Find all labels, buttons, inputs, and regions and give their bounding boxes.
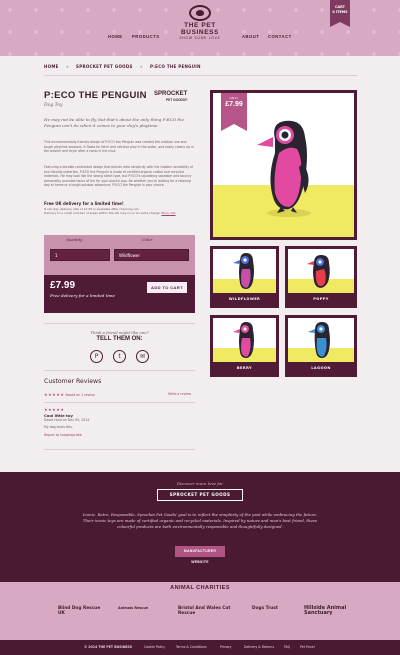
footer-link-pet-panel[interactable]: Pet Panel — [300, 640, 315, 655]
charities-title: ANIMAL CHARITIES — [170, 585, 230, 591]
variant-thumb-wildflower[interactable]: WILDFLOWER — [210, 246, 279, 308]
variant-caption: BERRY — [213, 362, 276, 374]
breadcrumb-separator: › — [140, 64, 143, 69]
product-subtitle: Dog Toy — [44, 103, 63, 108]
divider — [44, 402, 195, 403]
shipping-line-2-text: Delivery to a small number of areas with… — [44, 210, 161, 215]
add-to-cart-button[interactable]: ADD TO CART — [147, 282, 187, 293]
shipping-line-2: Delivery to a small number of areas with… — [44, 211, 194, 215]
charities-section: Show some love to these ANIMAL CHARITIES… — [0, 578, 400, 644]
footer-link-delivery[interactable]: Delivery & Returns — [244, 640, 274, 655]
variant-caption: LAGOON — [288, 362, 354, 374]
badge-only: ONLY — [229, 96, 239, 100]
buy-box: Quantity Color 1 Wildflower £7.99 Free d… — [44, 235, 195, 313]
site-logo[interactable]: THE PET BUSINESS SHOW SOME LOVE — [165, 5, 235, 40]
footer-brand[interactable]: SPROCKET PET GOODS — [157, 489, 243, 501]
breadcrumb-separator: › — [66, 64, 69, 69]
product-main-image[interactable]: ONLY £7.99 — [210, 90, 357, 240]
divider — [44, 75, 357, 76]
quantity-label: Quantity — [66, 238, 83, 242]
charity-logo-blind-dog[interactable]: Blind Dog Rescue UK — [58, 606, 108, 616]
cart-count: 0 ITEMS — [332, 9, 348, 14]
free-delivery-note: Free delivery for a limited time — [50, 293, 115, 298]
brand-subname: PET GOODS® — [166, 98, 188, 102]
product-lead: He may not be able to fly, but that's ab… — [44, 117, 185, 128]
product-description-2: Featuring a durable contrasted design th… — [44, 165, 193, 187]
breadcrumb-brand[interactable]: SPROCKET PET GOODS — [76, 64, 133, 69]
share-section: Think a friend might like one? TELL THEM… — [44, 330, 195, 342]
divider — [44, 323, 195, 324]
pinterest-icon[interactable]: P — [90, 350, 103, 363]
charity-logo-dogs-trust[interactable]: Dogs Trust — [252, 606, 292, 611]
nav-products[interactable]: PRODUCTS — [132, 34, 160, 39]
footer-link-terms[interactable]: Terms & Conditions — [176, 640, 207, 655]
variant-caption: POPPY — [288, 293, 354, 305]
write-review-text[interactable]: Write a review — [168, 392, 191, 396]
footer-question: Discover more love for — [176, 481, 224, 486]
charity-logo-hillside[interactable]: Hillside Animal Sanctuary — [304, 606, 352, 616]
price: £7.99 — [50, 280, 76, 291]
share-title: TELL THEM ON: — [96, 336, 143, 342]
breadcrumb-current: P:ECO THE PENGUIN — [150, 64, 201, 69]
product-title: P:ECO THE PENGUIN — [44, 90, 147, 101]
product-description-1: This environmentally friendly design of … — [44, 140, 194, 153]
report-link[interactable]: Report as Inappropriate — [44, 433, 82, 437]
color-label: Color — [142, 238, 153, 242]
divider — [44, 449, 195, 450]
twitter-icon[interactable]: t — [113, 350, 126, 363]
color-select-value: Wildflower — [119, 253, 140, 258]
footer-text: Iconic. Retro. Responsible. Sprocket Pet… — [82, 512, 318, 529]
email-icon[interactable]: ✉ — [136, 350, 149, 363]
breadcrumb-home[interactable]: HOME — [44, 64, 59, 69]
price-badge: ONLY £7.99 — [221, 93, 247, 131]
shipping-info: Free UK delivery for a limited time! It … — [44, 201, 194, 215]
nav-home[interactable]: HOME — [108, 34, 123, 39]
price-panel: £7.99 Free delivery for a limited time A… — [44, 275, 195, 313]
logo-name: THE PET BUSINESS — [180, 22, 220, 36]
charity-logo-animals-rescue[interactable]: Animals Rescue — [118, 606, 164, 611]
variant-thumb-lagoon[interactable]: LAGOON — [285, 315, 357, 377]
review-item: ★★★★★ Cool little toy David Hunt on Dec … — [44, 407, 89, 437]
review-stars: ★★★★★ — [44, 407, 65, 412]
breadcrumb: HOME › SPROCKET PET GOODS › P:ECO THE PE… — [44, 64, 207, 69]
penguin-thumb — [233, 322, 254, 358]
based-on-link[interactable]: Based on 1 review — [65, 393, 94, 397]
bottom-bar: © 2014 THE PET BUSINESS Cookie Policy Te… — [0, 640, 400, 655]
penguin-thumb — [233, 253, 254, 289]
copyright: © 2014 THE PET BUSINESS — [84, 645, 132, 649]
divider — [44, 370, 195, 371]
reviews-heading: Customer Reviews — [44, 378, 102, 385]
heart-dog-icon — [189, 5, 211, 21]
review-body: My dog loves this. — [44, 425, 73, 429]
variant-thumb-poppy[interactable]: POPPY — [285, 246, 357, 308]
cart-tab[interactable]: CART 0 ITEMS — [330, 0, 350, 27]
reviews-summary: ★★★★★ Based on 1 review — [44, 392, 95, 397]
brand-logo[interactable]: SPROCKET PET GOODS® — [154, 91, 187, 103]
manufacturer-website-button[interactable]: MANUFACTURER WEBSITE — [175, 546, 225, 564]
options-panel: Quantity Color 1 Wildflower — [44, 235, 195, 275]
footer-link-faq[interactable]: FAQ — [284, 640, 290, 655]
variant-caption: WILDFLOWER — [213, 293, 276, 305]
bird-thumb — [307, 255, 330, 288]
charities-question: Show some love to these — [178, 578, 222, 582]
review-author: David Hunt on Dec 05, 2014 — [44, 418, 90, 422]
nav-about[interactable]: ABOUT — [242, 34, 259, 39]
more-info-link[interactable]: More info — [162, 211, 176, 215]
color-select[interactable]: Wildflower — [114, 249, 189, 261]
site-header: THE PET BUSINESS SHOW SOME LOVE HOME PRO… — [0, 0, 400, 56]
badge-price: £7.99 — [225, 101, 243, 108]
quantity-field[interactable]: 1 — [50, 249, 110, 261]
footer-link-cookie[interactable]: Cookie Policy — [144, 640, 165, 655]
variant-thumb-berry[interactable]: BERRY — [210, 315, 279, 377]
charity-logo-cat-rescue[interactable]: Bristol And Wales Cat Rescue — [178, 606, 240, 616]
share-question: Think a friend might like one? — [90, 330, 149, 335]
penguin-thumb — [308, 322, 330, 358]
logo-tagline: SHOW SOME LOVE — [179, 36, 221, 40]
brand-footer: Discover more love for SPROCKET PET GOOD… — [0, 472, 400, 582]
rating-stars: ★★★★★ — [44, 392, 65, 397]
nav-contact[interactable]: CONTACT — [268, 34, 292, 39]
footer-link-privacy[interactable]: Privacy — [220, 640, 232, 655]
write-review-link[interactable]: Write a review — [168, 392, 191, 396]
